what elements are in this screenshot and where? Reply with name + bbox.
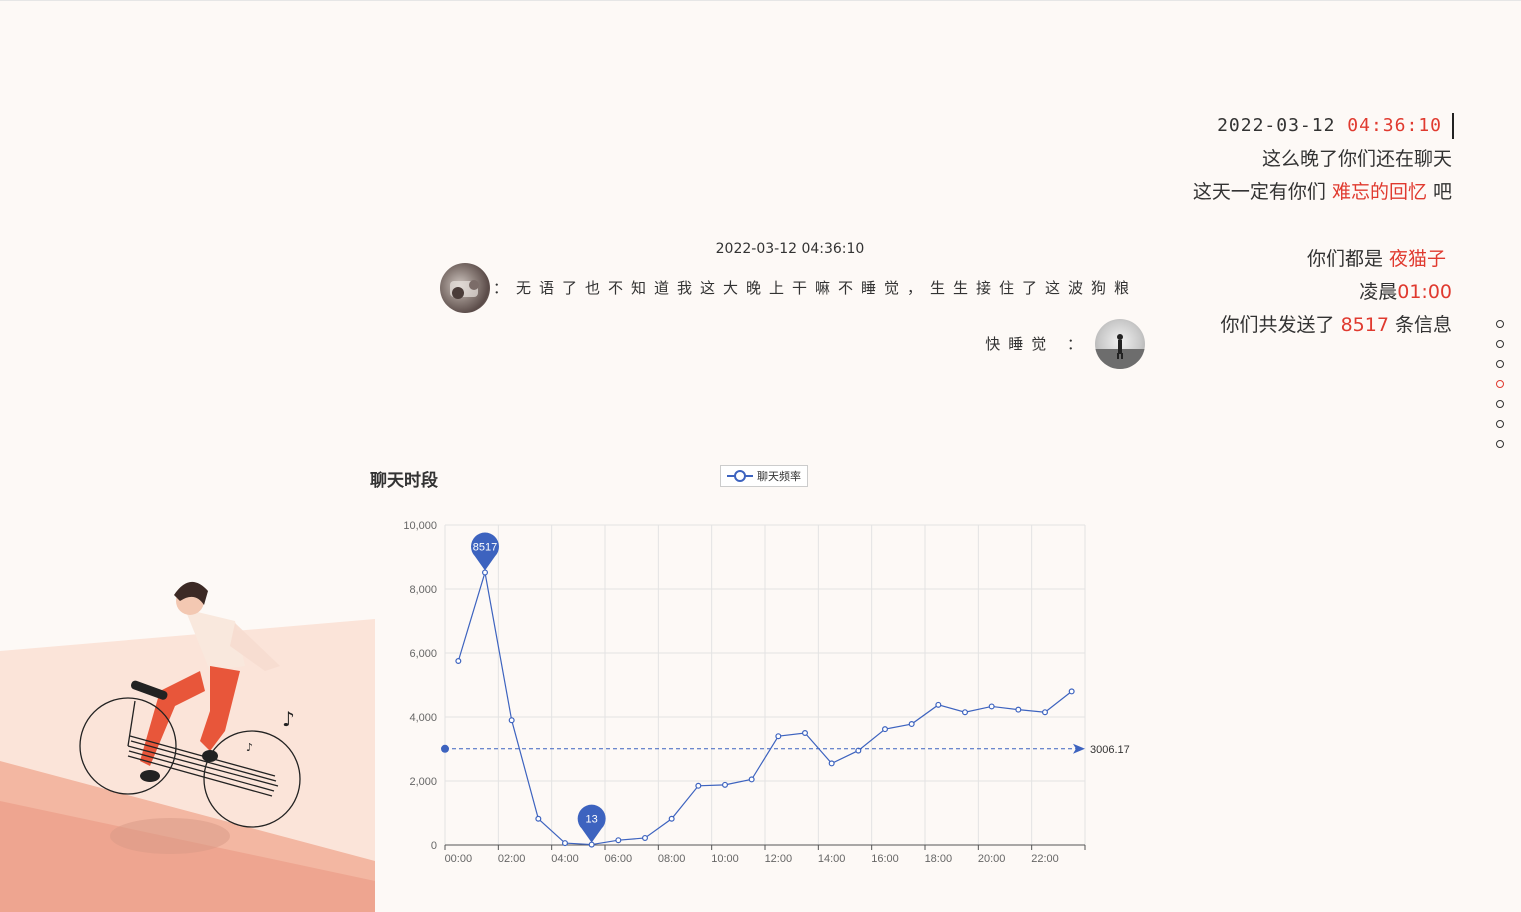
data-point [908,721,915,728]
data-point [1041,709,1048,716]
memory-suffix: 吧 [1426,181,1452,203]
night-owl-highlight: 夜猫子 [1388,248,1446,270]
average-line-label: 3006.17 [1090,744,1130,756]
typed-datetime: 2022-03-12 04:36:10 [1217,113,1454,139]
data-point [961,709,968,716]
memory-prefix: 这天一定有你们 [1192,181,1332,203]
night-owl-line: 你们都是 夜猫子 [1307,244,1446,271]
data-point [668,815,675,822]
legend-line-marker-icon [727,470,753,482]
average-line-arrow [1073,743,1085,754]
left-user-avatar [440,263,490,313]
x-tick-label: 10:00 [711,853,739,865]
chat-timestamp: 2022-03-12 04:36:10 [715,241,865,257]
x-tick-label: 22:00 [1031,853,1059,865]
y-tick-label: 4,000 [409,712,437,724]
data-point [508,717,515,724]
early-morning-line: 凌晨01:00 [1359,277,1452,304]
data-point [1015,706,1022,713]
person-silhouette-icon [1095,334,1145,369]
chart-legend[interactable]: 聊天频率 [720,465,808,487]
nav-dot[interactable] [1496,320,1504,328]
memory-highlight: 难忘的回忆 [1331,181,1427,203]
data-point [775,733,782,740]
cyclist-illustration: ♪ ♪ [0,581,375,912]
x-tick-label: 14:00 [818,853,846,865]
typed-time: 04:36:10 [1347,115,1442,136]
data-point [801,729,808,736]
y-tick-label: 0 [431,840,437,852]
late-chat-line: 这么晚了你们还在聊天 [1261,148,1452,170]
data-point [721,781,728,788]
small-music-note-icon: ♪ [246,741,253,754]
x-tick-label: 02:00 [498,853,526,865]
early-time: 01:00 [1397,281,1452,303]
nav-dot[interactable] [1496,360,1504,368]
right-user-avatar [1095,319,1145,369]
chart-title: 聊天时段 [370,471,438,491]
nav-dot[interactable] [1496,340,1504,348]
x-tick-label: 00:00 [445,853,473,865]
data-point [828,760,835,767]
count-value: 8517 [1340,314,1389,336]
x-tick-label: 08:00 [658,853,686,865]
count-prefix: 你们共发送了 [1220,314,1341,336]
data-point [455,657,462,664]
early-prefix: 凌晨 [1359,281,1398,303]
x-tick-label: 12:00 [765,853,793,865]
data-point [535,815,542,822]
x-tick-label: 18:00 [925,853,953,865]
data-point [641,834,648,841]
message-count-line: 你们共发送了 8517 条信息 [1221,310,1452,337]
x-tick-label: 20:00 [978,853,1006,865]
max-marker-pin [471,532,500,571]
typed-date: 2022-03-12 [1217,115,1336,136]
nav-dot[interactable] [1496,380,1504,388]
series-line [457,572,1073,846]
y-tick-label: 6,000 [409,648,437,660]
x-tick-label: 06:00 [605,853,633,865]
avatar-photo-icon [450,280,479,299]
y-tick-label: 8,000 [409,584,437,596]
data-point [482,569,489,576]
x-tick-label: 16:00 [871,853,899,865]
max-marker-label: 8517 [473,541,497,553]
data-point [855,747,862,754]
left-chat-message: ：无语了也不知道我这大晚上干嘛不睡觉，生生接住了这波狗粮 [493,279,1138,297]
min-marker-pin [577,804,606,843]
night-owl-prefix: 你们都是 [1306,248,1389,270]
music-note-icon: ♪ [282,707,295,731]
data-point [748,776,755,783]
nav-dot[interactable] [1496,440,1504,448]
average-line-start [441,744,449,753]
count-suffix: 条信息 [1388,314,1452,336]
data-point [615,837,622,844]
y-tick-label: 10,000 [403,520,437,532]
data-point [1068,688,1075,695]
data-point [881,726,888,733]
min-marker-label: 13 [586,814,598,826]
data-point [588,841,595,848]
nav-dot[interactable] [1496,420,1504,428]
data-point [695,782,702,789]
nav-dot[interactable] [1496,400,1504,408]
data-point [935,701,942,708]
data-point [988,703,995,710]
data-point [561,840,568,847]
memory-line: 这天一定有你们 难忘的回忆 吧 [1193,177,1452,204]
section-nav-dots [1496,320,1504,460]
right-chat-message: 快睡觉 ： [985,335,1090,353]
legend-label: 聊天频率 [757,470,801,483]
x-tick-label: 04:00 [551,853,579,865]
y-tick-label: 2,000 [409,776,437,788]
